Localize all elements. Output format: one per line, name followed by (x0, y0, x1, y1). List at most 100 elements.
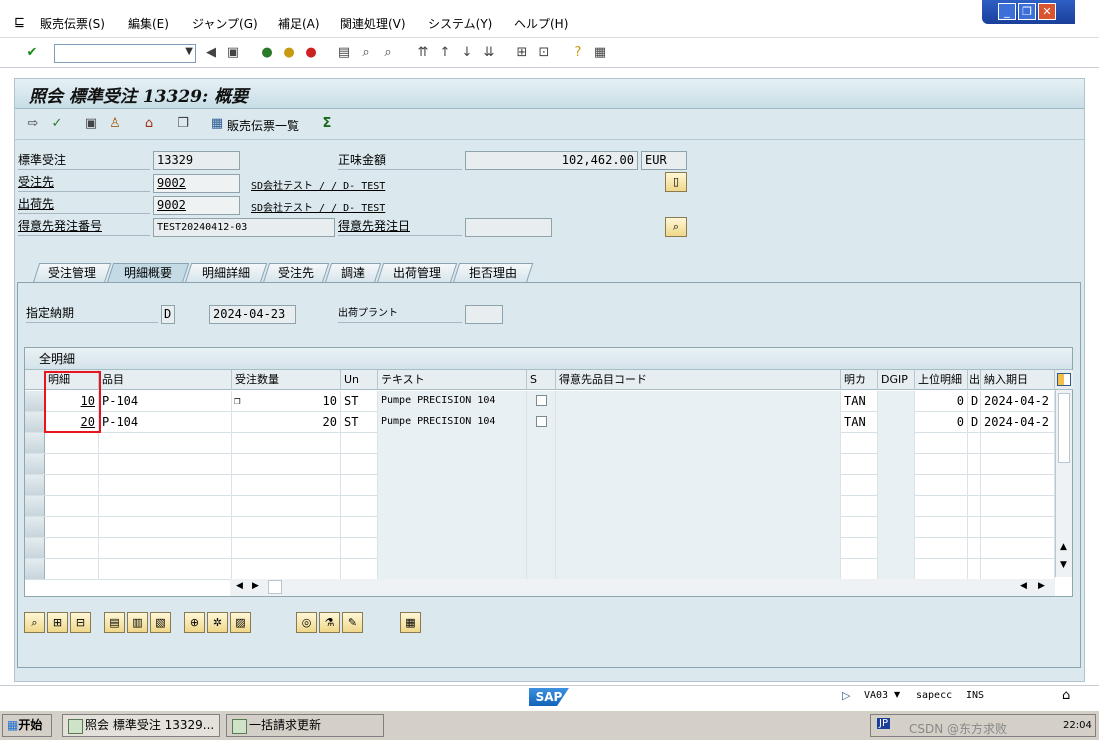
po-date-label[interactable]: 得意先発注日 (338, 218, 462, 236)
row-selector[interactable] (25, 517, 45, 537)
row-selector[interactable] (25, 475, 45, 495)
item-tree-icon[interactable]: ⊕ (184, 612, 205, 633)
po-date-field[interactable] (465, 218, 552, 237)
delete-row-icon[interactable]: ⊟ (70, 612, 91, 633)
vertical-scrollbar[interactable]: ▲ ▼ (1055, 390, 1072, 577)
cell-item[interactable] (45, 496, 99, 517)
scroll-right-end-icon[interactable]: ▶ (1038, 581, 1045, 591)
partner-icon[interactable]: ♙ (107, 116, 123, 132)
header-icon[interactable]: ▣ (83, 116, 99, 132)
cell-s[interactable] (527, 559, 556, 580)
menu-environment[interactable]: 関連処理(V) (340, 15, 406, 32)
menu-help[interactable]: ヘルプ(H) (514, 15, 568, 32)
col-higher-item[interactable]: 上位明細 (915, 370, 968, 390)
chevron-down-icon[interactable]: ▼ (185, 46, 193, 57)
cell-item[interactable] (45, 454, 99, 475)
cancel-icon[interactable]: ● (303, 45, 319, 61)
display-edit-icon[interactable]: ⇨ (25, 116, 41, 132)
task-billing-due-list[interactable]: 一括請求更新 (226, 714, 384, 737)
menu-jump[interactable]: ジャンプ(G) (192, 15, 258, 32)
tab-rejection[interactable]: 拒否理由 (452, 263, 534, 283)
cell-s[interactable] (527, 454, 556, 475)
availability-icon[interactable]: ⚗ (319, 612, 340, 633)
document-icon[interactable]: ▯ (665, 172, 687, 192)
scroll-left-icon[interactable]: ◀ (236, 581, 243, 591)
table-row[interactable] (25, 433, 1055, 454)
list-icon[interactable]: ▦ (209, 116, 225, 132)
table-row[interactable] (25, 559, 1055, 580)
shortcut-icon[interactable]: ⊡ (536, 45, 552, 61)
cell-s[interactable] (527, 391, 556, 412)
structure-icon[interactable]: ▨ (230, 612, 251, 633)
ship-to-field[interactable]: 9002 (153, 196, 240, 215)
deselect-all-icon[interactable]: ▧ (150, 612, 171, 633)
print-preview-icon[interactable]: ▦ (400, 612, 421, 633)
col-quantity[interactable]: 受注数量 (232, 370, 341, 390)
cell-s[interactable] (527, 475, 556, 496)
help-icon[interactable]: ? (570, 45, 586, 61)
pricing-icon[interactable]: ◎ (296, 612, 317, 633)
find-icon[interactable]: ⌕ (358, 45, 374, 61)
cell-item[interactable] (45, 538, 99, 559)
menu-system[interactable]: システム(Y) (428, 15, 492, 32)
tab-item-detail[interactable]: 明細詳細 (184, 263, 268, 283)
menu-sales-document[interactable]: 販売伝票(S) (40, 15, 105, 32)
po-number-field[interactable]: TEST20240412-03 (153, 218, 335, 237)
cell-item[interactable] (45, 559, 99, 580)
row-selector[interactable] (25, 496, 45, 516)
col-item-category[interactable]: 明カ (841, 370, 878, 390)
language-indicator[interactable]: JP (877, 718, 890, 729)
cell-item[interactable] (45, 433, 99, 454)
close-button[interactable]: ✕ (1038, 3, 1056, 20)
po-number-label[interactable]: 得意先発注番号 (18, 218, 150, 236)
cell-s[interactable] (527, 433, 556, 454)
find-next-icon[interactable]: ⌕ (380, 45, 396, 61)
menu-icon[interactable]: ⊑ (14, 15, 25, 30)
enter-check-icon[interactable]: ✔ (24, 45, 40, 61)
table-row[interactable]: 20 P-104 20 ST Pumpe PRECISION 104 TAN 0 D 2024-… (25, 412, 1055, 433)
back-icon[interactable]: ● (259, 45, 275, 61)
row-selector[interactable] (25, 559, 45, 579)
start-button[interactable]: ▦开始 (2, 714, 52, 737)
checkbox[interactable] (535, 416, 547, 427)
row-selector[interactable] (25, 538, 45, 558)
order-number-field[interactable]: 13329 (153, 151, 240, 170)
check-icon[interactable]: ✓ (49, 116, 65, 132)
restore-button[interactable]: ❐ (1018, 3, 1036, 20)
col-delivery-date[interactable]: 納入期日 (981, 370, 1055, 390)
ship-to-label[interactable]: 出荷先 (18, 196, 150, 214)
cell-item[interactable] (45, 517, 99, 538)
col-s[interactable]: S (527, 370, 556, 390)
col-material[interactable]: 品目 (99, 370, 232, 390)
cell-item[interactable] (45, 475, 99, 496)
date-type-field[interactable]: D (161, 305, 175, 324)
sold-to-label[interactable]: 受注先 (18, 174, 150, 192)
last-page-icon[interactable]: ⇊ (481, 45, 497, 61)
table-row[interactable] (25, 475, 1055, 496)
col-dgip[interactable]: DGIP (878, 370, 915, 390)
sales-doc-list-button[interactable]: 販売伝票一覧 (227, 117, 299, 134)
edit-note-icon[interactable]: ✎ (342, 612, 363, 633)
menu-edit[interactable]: 編集(E) (128, 15, 169, 32)
command-field[interactable]: ▼ (54, 44, 196, 63)
next-page-icon[interactable]: ↓ (459, 45, 475, 61)
hscroll-thumb[interactable] (268, 580, 282, 594)
expand-status-icon[interactable]: ▷ (842, 689, 850, 702)
tab-shipping[interactable]: 出荷管理 (376, 263, 458, 283)
config-icon[interactable]: ✲ (207, 612, 228, 633)
cell-s[interactable] (527, 412, 556, 433)
horizontal-scrollbar[interactable]: ◀ ▶ ◀ ▶ (230, 579, 1055, 596)
document-flow-icon[interactable]: ❐ (175, 116, 191, 132)
task-display-order[interactable]: 照会 標準受注 13329... (62, 714, 220, 737)
home-icon[interactable]: ⌂ (141, 116, 157, 132)
col-text[interactable]: テキスト (378, 370, 527, 390)
scroll-right-icon[interactable]: ▶ (252, 581, 259, 591)
table-row[interactable] (25, 454, 1055, 475)
exit-icon[interactable]: ● (281, 45, 297, 61)
col-customer-material[interactable]: 得意先品目コード (556, 370, 841, 390)
row-selector[interactable] (25, 391, 45, 411)
copy-icon[interactable]: ❐ (234, 391, 241, 411)
first-page-icon[interactable]: ⇈ (415, 45, 431, 61)
select-block-icon[interactable]: ▥ (127, 612, 148, 633)
new-session-icon[interactable]: ⊞ (514, 45, 530, 61)
